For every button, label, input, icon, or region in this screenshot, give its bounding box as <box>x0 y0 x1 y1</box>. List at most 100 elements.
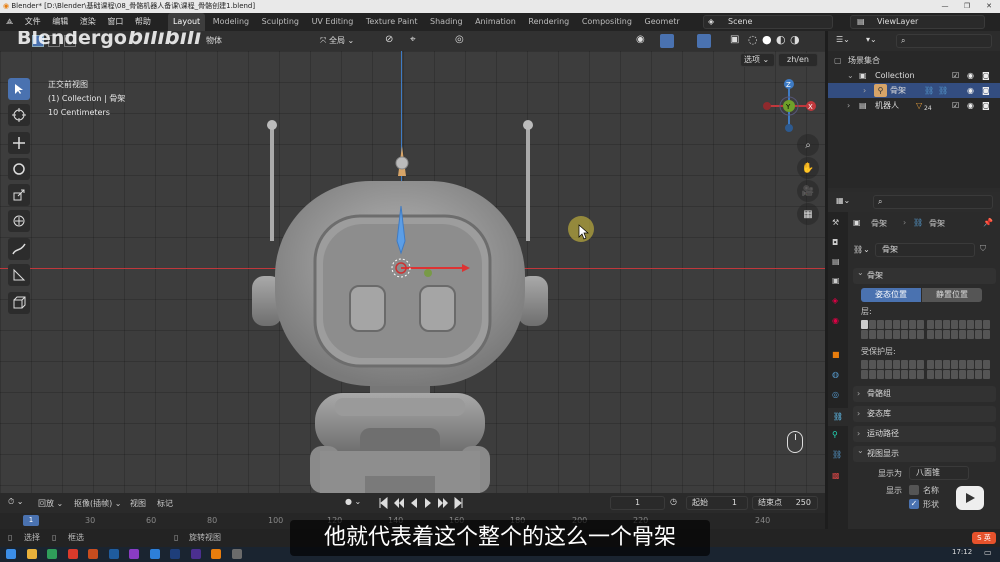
wireframe-shading-icon[interactable]: ◌ <box>748 33 758 46</box>
explorer-icon[interactable] <box>26 549 37 559</box>
pose-position-button[interactable]: 姿态位置 <box>861 288 921 302</box>
layer-cell[interactable] <box>975 360 982 369</box>
properties-editor-icon[interactable]: ▦⌄ <box>836 196 850 205</box>
current-frame-field[interactable]: 1 <box>610 496 665 510</box>
blender-menu-icon[interactable]: ⟁ <box>6 13 13 31</box>
keying-menu[interactable]: 抠像(插帧) ⌄ <box>74 498 122 509</box>
move-tool-icon[interactable] <box>8 132 30 154</box>
motion-paths-panel[interactable]: 运动路径 <box>853 426 996 442</box>
tab-compositing[interactable]: Compositing <box>577 13 637 31</box>
video-play-icon[interactable] <box>956 486 984 510</box>
eye-icon[interactable]: ◉ <box>967 98 974 113</box>
layer-cell[interactable] <box>927 330 934 339</box>
rotate-tool-icon[interactable] <box>8 158 30 180</box>
layer-cell[interactable] <box>951 330 958 339</box>
outliner-scene-collection[interactable]: ▢ 场景集合 <box>828 53 1000 68</box>
layer-cell[interactable] <box>893 370 900 379</box>
pin-icon[interactable]: 📌 <box>983 218 993 227</box>
expand-chevron-icon[interactable]: › <box>847 98 850 113</box>
layer-cell[interactable] <box>967 370 974 379</box>
maximize-button[interactable]: ❐ <box>956 0 978 13</box>
select-tool-icon[interactable] <box>8 78 30 100</box>
menu-edit[interactable]: 编辑 <box>52 13 68 31</box>
layer-cell[interactable] <box>917 330 924 339</box>
protected-bank-2[interactable] <box>927 360 990 379</box>
snap-icon[interactable]: ⌖ <box>410 34 416 45</box>
armature-bone[interactable] <box>390 201 470 281</box>
tab-rendering[interactable]: Rendering <box>523 13 574 31</box>
layer-cell[interactable] <box>983 360 990 369</box>
scale-tool-icon[interactable] <box>8 184 30 206</box>
layer-cell[interactable] <box>901 330 908 339</box>
app-icon[interactable] <box>149 549 160 559</box>
proportional-edit-icon[interactable]: ◎ <box>455 34 464 45</box>
fake-user-shield-icon[interactable]: ⛉ <box>980 244 986 254</box>
minimize-button[interactable]: — <box>934 0 956 13</box>
preview-range-icon[interactable]: ◷ <box>670 497 677 506</box>
layer-bank-1[interactable] <box>861 320 924 339</box>
layer-cell[interactable] <box>935 320 942 329</box>
render-tab-icon[interactable]: ◘ <box>832 238 838 247</box>
tab-uv-editing[interactable]: UV Editing <box>307 13 359 31</box>
layer-cell[interactable] <box>909 360 916 369</box>
layer-cell[interactable] <box>869 320 876 329</box>
pose-library-panel[interactable]: 姿态库 <box>853 406 996 422</box>
tab-animation[interactable]: Animation <box>470 13 521 31</box>
options-dropdown[interactable]: 选项 ⌄ <box>740 53 775 67</box>
view-menu[interactable]: 视图 <box>130 498 146 509</box>
layer-cell[interactable] <box>983 320 990 329</box>
scene-selector[interactable]: ◈ Scene <box>703 15 833 29</box>
layer-cell[interactable] <box>951 320 958 329</box>
layer-cell[interactable] <box>877 330 884 339</box>
outliner-row-robot[interactable]: › ▤ 机器人 ▽ 24 ☑ ◉ ◙ <box>828 98 1000 113</box>
layer-cell[interactable] <box>967 320 974 329</box>
playback-controls[interactable] <box>378 497 464 509</box>
end-frame-field[interactable]: 结束点 250 <box>752 496 818 510</box>
checkbox-icon[interactable]: ☑ <box>952 98 959 113</box>
camera-view-icon[interactable]: 🎥 <box>797 180 819 202</box>
layer-cell[interactable] <box>885 360 892 369</box>
tab-sculpting[interactable]: Sculpting <box>257 13 304 31</box>
start-frame-field[interactable]: 起始 1 <box>686 496 748 510</box>
outliner-editor-icon[interactable]: ☰⌄ <box>836 35 850 44</box>
layer-cell[interactable] <box>935 330 942 339</box>
layer-cell[interactable] <box>943 370 950 379</box>
layer-cell[interactable] <box>917 360 924 369</box>
app-icon[interactable] <box>232 549 243 559</box>
start-menu-icon[interactable] <box>6 549 16 559</box>
outliner-row-armature[interactable]: › ⚲ 骨架 ⛓ ⛓ ◉ ◙ <box>828 83 1000 98</box>
tab-shading[interactable]: Shading <box>425 13 468 31</box>
rest-position-button[interactable]: 静置位置 <box>922 288 982 302</box>
layer-cell[interactable] <box>935 370 942 379</box>
outliner-row-collection[interactable]: ⌄ ▣ Collection ☑ ◉ ◙ <box>828 68 1000 83</box>
blender-taskbar-icon[interactable] <box>211 549 222 559</box>
xray-icon[interactable]: ▣ <box>730 34 739 45</box>
layer-cell[interactable] <box>917 370 924 379</box>
playhead[interactable]: 1 <box>23 515 39 526</box>
layer-cell[interactable] <box>893 330 900 339</box>
cursor-tool-icon[interactable] <box>8 104 30 126</box>
layer-cell[interactable] <box>935 360 942 369</box>
layer-cell[interactable] <box>927 370 934 379</box>
tab-texture-paint[interactable]: Texture Paint <box>361 13 423 31</box>
layer-cell[interactable] <box>901 360 908 369</box>
layer-cell[interactable] <box>861 320 868 329</box>
layer-cell[interactable] <box>869 360 876 369</box>
robot-model[interactable] <box>240 116 570 493</box>
layer-cell[interactable] <box>975 370 982 379</box>
modifier-tab-icon[interactable]: ◍ <box>832 370 839 379</box>
layer-cell[interactable] <box>959 320 966 329</box>
layer-cell[interactable] <box>943 360 950 369</box>
material-shading-icon[interactable]: ◐ <box>776 33 786 46</box>
layer-cell[interactable] <box>909 320 916 329</box>
bone-constraint-tab-icon[interactable]: ⛓ <box>832 450 842 459</box>
protected-bank-1[interactable] <box>861 360 924 379</box>
illustrator-icon[interactable] <box>88 549 99 559</box>
bone-groups-panel[interactable]: 骨骼组 <box>853 386 996 402</box>
display-as-dropdown[interactable]: 八面锥 <box>909 466 969 480</box>
tab-geometry[interactable]: Geometr <box>640 13 685 31</box>
menu-file[interactable]: 文件 <box>25 13 41 31</box>
ime-indicator[interactable]: S 英 <box>972 532 996 544</box>
media-encoder-icon[interactable] <box>190 549 201 559</box>
layer-cell[interactable] <box>927 320 934 329</box>
